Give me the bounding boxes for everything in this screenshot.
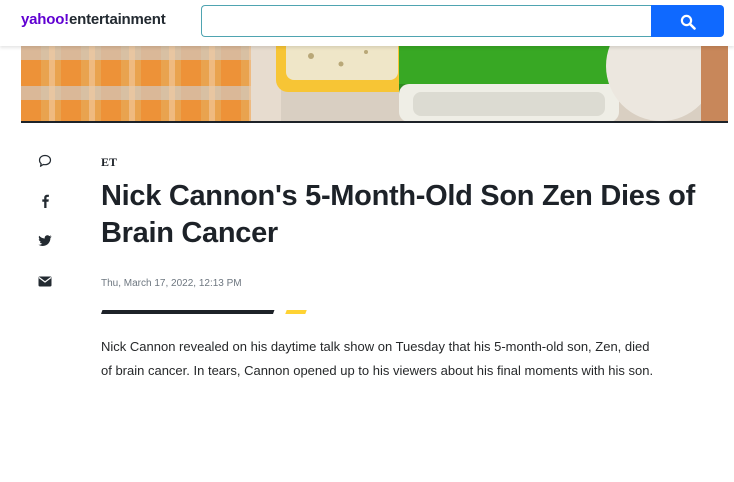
facebook-share-button[interactable]: [34, 190, 56, 212]
site-header: yahoo!entertainment: [0, 0, 734, 46]
email-share-button[interactable]: [34, 270, 56, 292]
yahoo-entertainment-logo[interactable]: yahoo!entertainment: [21, 11, 166, 31]
comment-icon: [38, 154, 52, 167]
article-date: Thu, March 17, 2022, 12:13 PM: [101, 278, 242, 289]
logo-brand: yahoo!: [21, 11, 69, 28]
search-icon: [680, 14, 696, 30]
facebook-icon: [42, 194, 49, 208]
logo-section: entertainment: [68, 11, 166, 28]
hero-divider: [21, 121, 728, 123]
twitter-share-button[interactable]: [34, 230, 56, 252]
hero-image: [21, 46, 728, 122]
search-button[interactable]: [651, 5, 724, 37]
title-divider-accent: [285, 310, 307, 314]
search-input[interactable]: [201, 5, 651, 37]
article-body: Nick Cannon revealed on his daytime talk…: [101, 339, 654, 378]
twitter-icon: [38, 235, 52, 246]
article-headline: Nick Cannon's 5-Month-Old Son Zen Dies o…: [101, 180, 695, 249]
comment-button[interactable]: [34, 150, 56, 172]
hero-illustration: [21, 46, 728, 122]
email-icon: [38, 276, 52, 286]
title-divider-dark: [101, 310, 275, 314]
article-provider[interactable]: ET: [101, 155, 117, 170]
